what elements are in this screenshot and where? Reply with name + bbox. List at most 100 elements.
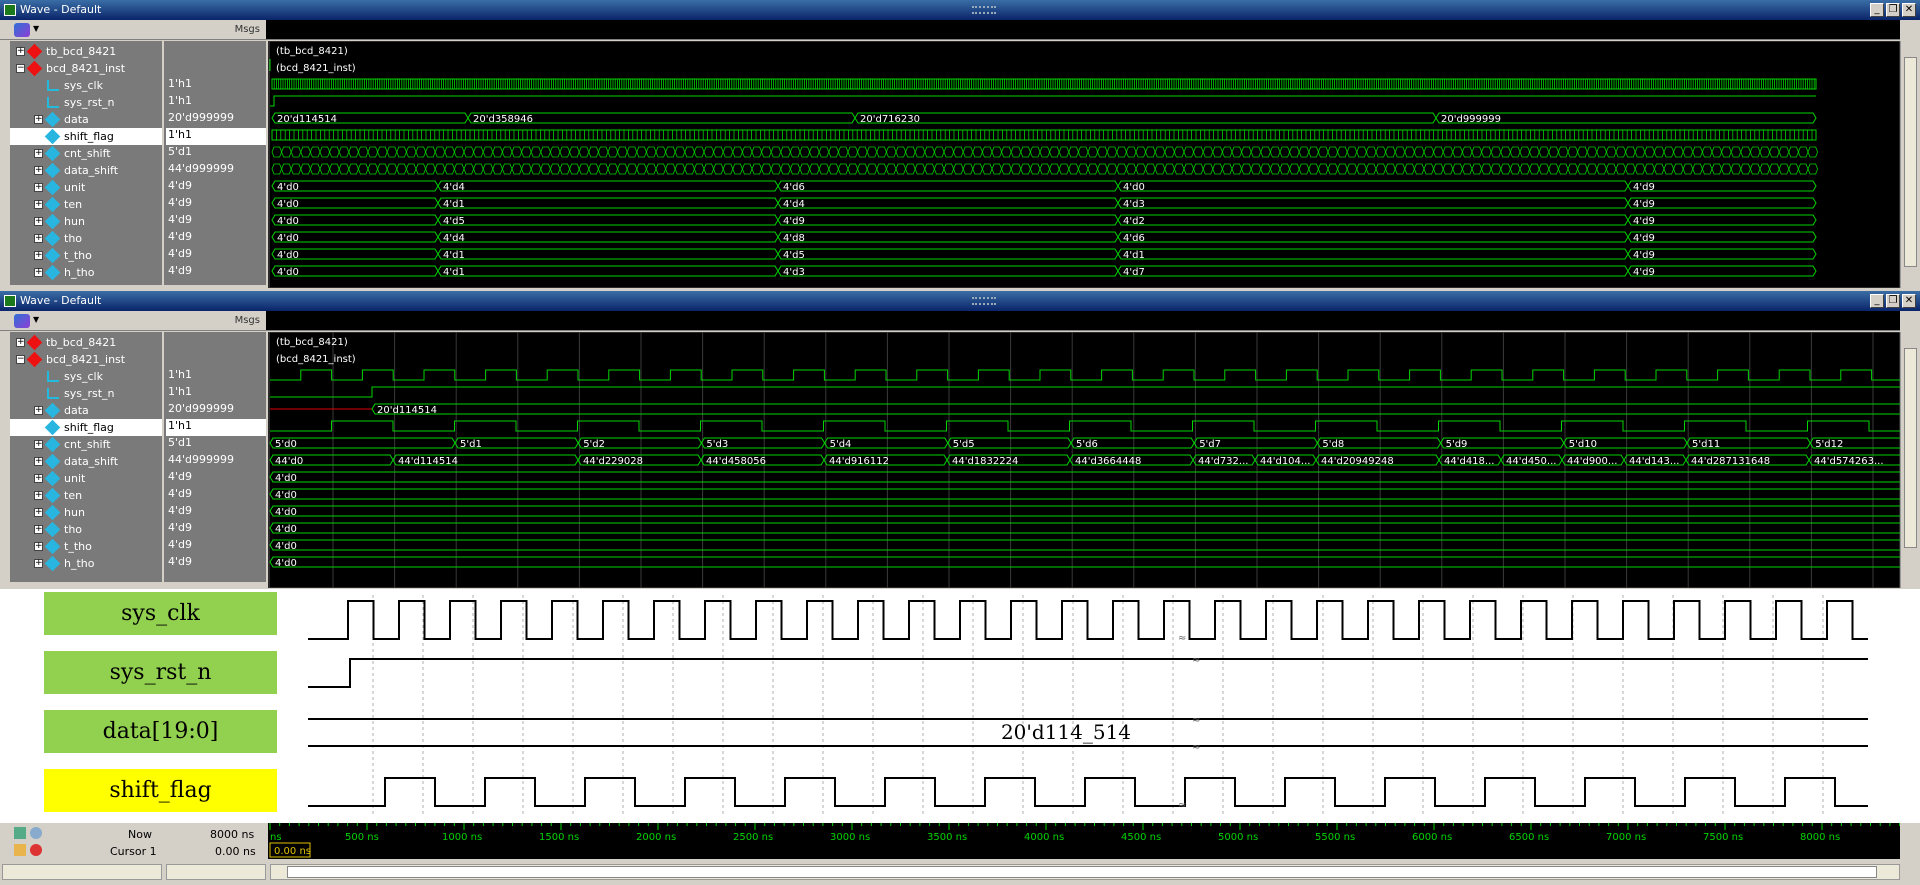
collapse-icon[interactable]: − [16,64,25,73]
waveform-pane[interactable]: (tb_bcd_8421) (bcd_8421_inst) 20'd114514 5'… [268,332,1900,588]
signal-row-ten[interactable]: + ten [10,196,162,213]
signal-row-cnt-shift[interactable]: + cnt_shift [10,436,162,453]
signal-row-tb-bcd-8421[interactable]: + tb_bcd_8421 [10,43,162,60]
waveform-canvas[interactable]: (tb_bcd_8421) (bcd_8421_inst) 20'd114514 20… [268,41,1900,288]
drag-grip-icon[interactable] [972,297,996,305]
add-icon[interactable] [30,827,42,839]
expand-icon[interactable]: + [34,268,43,277]
names-hscroll[interactable] [2,864,162,880]
expand-icon[interactable]: + [34,491,43,500]
close-button[interactable]: ✕ [1902,3,1916,17]
data-shift-segment [1529,163,1540,175]
expand-icon[interactable]: + [16,338,25,347]
signal-row-tb-bcd-8421[interactable]: + tb_bcd_8421 [10,334,162,351]
cnt-shift-segment [434,146,446,158]
expand-icon[interactable]: + [34,559,43,568]
values-hscroll[interactable] [166,864,266,880]
status-bar: Now Cursor 1 8000 ns 0.00 ns ns 500 ns 100… [0,823,1920,885]
wave-hscroll[interactable] [270,864,1900,880]
scrollbar-thumb[interactable] [1904,57,1917,267]
signal-row-sys-clk[interactable]: sys_clk [10,77,162,94]
signal-row-unit[interactable]: + unit [10,179,162,196]
expand-icon[interactable]: + [34,474,43,483]
minimize-button[interactable]: _ [1870,294,1884,308]
signal-name: t_tho [64,249,92,262]
cnt-shift-segment [1068,146,1079,158]
cnt-shift-segment [1692,146,1703,158]
timeline-canvas[interactable]: ns 500 ns 1000 ns 1500 ns 2000 ns 2500 ns 3000… [268,823,1901,859]
signal-row-t-tho[interactable]: + t_tho [10,247,162,264]
scrollbar-thumb[interactable] [1904,348,1917,548]
signal-row-sys-rst-n[interactable]: sys_rst_n [10,94,162,111]
close-button[interactable]: ✕ [1902,294,1916,308]
cnt-shift-segment [809,146,820,158]
signal-row-h-tho[interactable]: + h_tho [10,555,162,572]
lock-icon[interactable] [14,844,26,856]
signal-row-shift-flag[interactable]: shift_flag [10,419,162,436]
expand-icon[interactable]: + [34,149,43,158]
expand-icon[interactable]: + [34,166,43,175]
wave-toolbar-icon[interactable] [14,314,30,328]
expand-icon[interactable]: + [34,200,43,209]
signal-row-data[interactable]: + data [10,402,162,419]
expand-icon[interactable]: + [34,183,43,192]
signal-row-t-tho[interactable]: + t_tho [10,538,162,555]
vertical-scrollbar[interactable] [1900,41,1920,288]
signal-row-shift-flag[interactable]: shift_flag [10,128,162,145]
data-shift-segment-label: 44'd143... [1629,456,1679,467]
restore-button[interactable]: ❐ [1886,3,1900,17]
expand-icon[interactable]: + [34,217,43,226]
window-titlebar[interactable]: Wave - Default _ ❐ ✕ [0,291,1920,311]
signal-icon [44,111,61,128]
expand-icon[interactable]: + [16,47,25,56]
drag-grip-icon[interactable] [972,6,996,14]
signal-row-ten[interactable]: + ten [10,487,162,504]
signal-row-h-tho[interactable]: + h_tho [10,264,162,281]
expand-icon[interactable]: + [34,508,43,517]
cnt-shift-segment [578,146,590,158]
expand-icon[interactable]: + [34,525,43,534]
signal-value: 4'd9 [168,487,193,500]
digit-bus-segment [1117,248,1629,260]
zoom-icon[interactable] [14,827,26,839]
minimize-button[interactable]: _ [1870,3,1884,17]
expand-icon[interactable]: + [34,440,43,449]
signal-row-cnt-shift[interactable]: + cnt_shift [10,145,162,162]
expand-icon[interactable]: + [34,457,43,466]
expand-icon[interactable]: + [34,234,43,243]
expand-icon[interactable]: + [34,542,43,551]
data-shift-segment [1106,163,1118,175]
cnt-shift-segment [962,146,974,158]
collapse-icon[interactable]: − [16,355,25,364]
signal-row-unit[interactable]: + unit [10,470,162,487]
window-titlebar[interactable]: Wave - Default _ ❐ ✕ [0,0,1920,20]
expand-icon[interactable]: + [34,251,43,260]
hscroll-thumb[interactable] [287,866,1877,878]
data-shift-segment [866,163,878,175]
chevron-down-icon[interactable]: ▼ [33,315,39,324]
wave-toolbar-icon[interactable] [14,23,30,37]
expand-icon[interactable]: + [34,115,43,124]
signal-row-data-shift[interactable]: + data_shift [10,453,162,470]
signal-row-bcd-8421-inst[interactable]: − bcd_8421_inst [10,60,162,77]
vertical-scrollbar[interactable] [1900,332,1920,588]
signal-row-tho[interactable]: + tho [10,521,162,538]
signal-row-data[interactable]: + data [10,111,162,128]
signal-row-hun[interactable]: + hun [10,213,162,230]
signal-row-sys-rst-n[interactable]: sys_rst_n [10,385,162,402]
signal-row-data-shift[interactable]: + data_shift [10,162,162,179]
expand-icon[interactable]: + [34,406,43,415]
chevron-down-icon[interactable]: ▼ [33,24,39,33]
timeline-ruler[interactable]: ns 500 ns 1000 ns 1500 ns 2000 ns 2500 ns 3000… [268,823,1901,859]
data-shift-segment [521,163,532,175]
cnt-shift-segment [1701,146,1713,158]
restore-button[interactable]: ❐ [1886,294,1900,308]
data-shift-segment [943,163,955,175]
remove-icon[interactable] [30,844,42,856]
waveform-canvas[interactable]: (tb_bcd_8421) (bcd_8421_inst) 20'd114514 5'… [268,332,1900,588]
signal-row-tho[interactable]: + tho [10,230,162,247]
signal-row-sys-clk[interactable]: sys_clk [10,368,162,385]
signal-row-bcd-8421-inst[interactable]: − bcd_8421_inst [10,351,162,368]
signal-row-hun[interactable]: + hun [10,504,162,521]
waveform-pane[interactable]: (tb_bcd_8421) (bcd_8421_inst) 20'd114514 20… [268,41,1900,288]
